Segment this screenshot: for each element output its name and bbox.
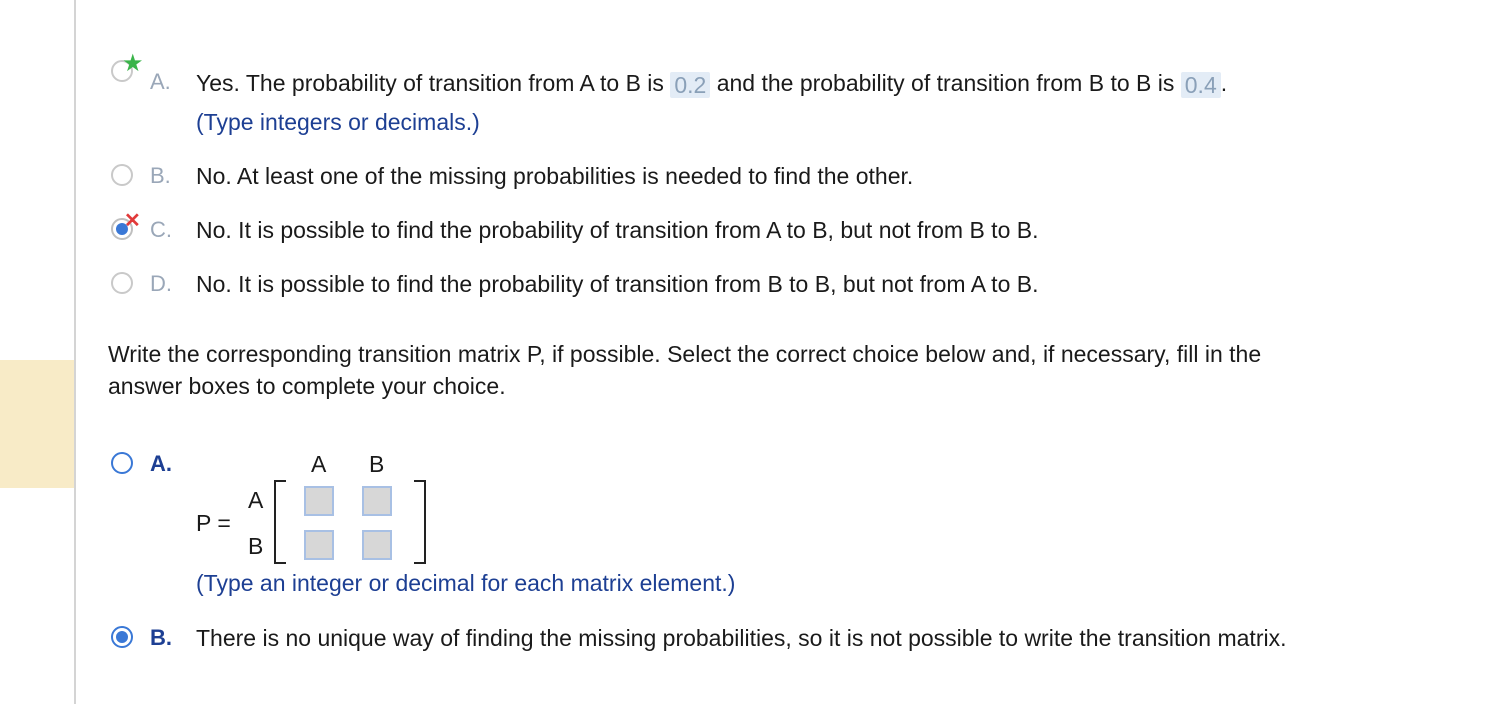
option-a-text-middle: and the probability of transition from B…	[716, 70, 1175, 96]
option-d-text: No. It is possible to find the probabili…	[196, 271, 1039, 297]
option-a-hint: (Type integers or decimals.)	[196, 109, 480, 135]
answer-b-to-b-field[interactable]: 0.4	[1180, 71, 1221, 98]
question2-prompt-line2: answer boxes to complete your choice.	[108, 373, 506, 399]
matrix-left-bracket	[274, 480, 286, 564]
radio-matrix-option-b[interactable]	[111, 626, 133, 648]
matrix-right-bracket	[414, 480, 426, 564]
question-highlight-marker	[0, 360, 74, 488]
option-b-letter: B.	[150, 163, 171, 188]
answer-a-to-b-field[interactable]: 0.2	[670, 71, 711, 98]
left-margin	[0, 0, 74, 704]
matrix-option-b-text: There is no unique way of finding the mi…	[196, 625, 1287, 651]
correct-star-icon: ★	[122, 50, 144, 77]
matrix-col-header-b: B	[369, 451, 385, 477]
option-c-text: No. It is possible to find the probabili…	[196, 217, 1039, 243]
matrix-cell-aa-input[interactable]	[304, 486, 334, 516]
vertical-divider	[74, 0, 76, 704]
option-a-text-before: Yes. The probability of transition from …	[196, 70, 664, 96]
matrix-option-b-letter: B.	[150, 625, 172, 650]
option-a-text: Yes. The probability of transition from …	[196, 69, 1227, 98]
option-b-text: No. At least one of the missing probabil…	[196, 163, 914, 189]
matrix-row-header-b: B	[248, 533, 264, 559]
radio-option-b[interactable]	[111, 164, 133, 186]
wrong-x-icon: ✕	[124, 210, 141, 232]
matrix-cell-ab-input[interactable]	[362, 486, 392, 516]
matrix-row-header-a: A	[248, 487, 264, 513]
matrix-option-a-letter: A.	[150, 451, 172, 476]
option-a-text-after: .	[1220, 70, 1228, 96]
matrix-hint: (Type an integer or decimal for each mat…	[196, 570, 736, 596]
radio-option-d[interactable]	[111, 272, 133, 294]
matrix-label: P =	[196, 510, 231, 536]
question2-prompt-line1: Write the corresponding transition matri…	[108, 341, 1262, 367]
matrix-cell-ba-input[interactable]	[304, 530, 334, 560]
option-c-letter: C.	[150, 217, 172, 242]
radio-matrix-option-a[interactable]	[111, 452, 133, 474]
option-d-letter: D.	[150, 271, 172, 296]
option-a-letter: A.	[150, 69, 171, 94]
matrix-cell-bb-input[interactable]	[362, 530, 392, 560]
matrix-col-header-a: A	[311, 451, 327, 477]
